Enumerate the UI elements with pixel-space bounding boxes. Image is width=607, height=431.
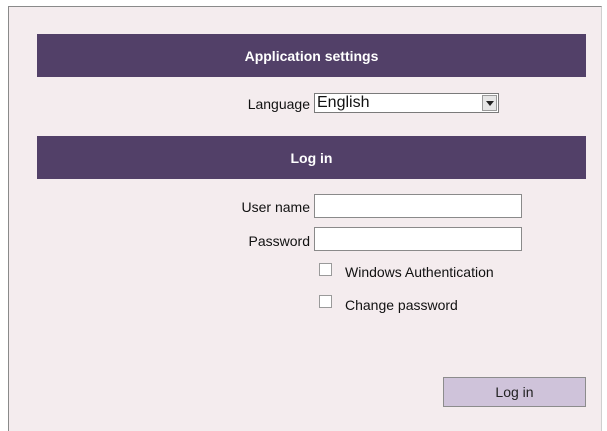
password-input[interactable] — [314, 227, 522, 251]
windows-authentication-checkbox[interactable] — [319, 263, 332, 276]
change-password-checkbox[interactable] — [319, 295, 332, 308]
application-settings-header: Application settings — [37, 34, 586, 77]
login-panel: Application settings Language English Lo… — [8, 6, 602, 431]
login-button-label: Log in — [495, 384, 534, 400]
language-label: Language — [247, 96, 310, 112]
username-label: User name — [241, 199, 310, 215]
language-select[interactable]: English — [314, 93, 499, 113]
language-selected-value: English — [317, 94, 370, 111]
login-button[interactable]: Log in — [443, 377, 586, 407]
chevron-down-icon[interactable] — [482, 95, 497, 111]
login-header: Log in — [37, 136, 586, 179]
password-label: Password — [248, 233, 310, 249]
change-password-label: Change password — [345, 297, 458, 313]
application-settings-title: Application settings — [244, 47, 379, 64]
username-input[interactable] — [314, 194, 522, 218]
login-title: Log in — [290, 149, 333, 166]
windows-authentication-label: Windows Authentication — [345, 264, 494, 280]
